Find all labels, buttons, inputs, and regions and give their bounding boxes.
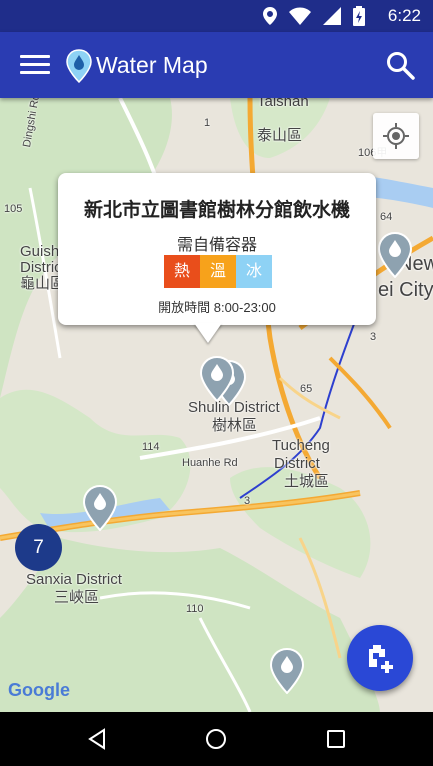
map-label-tucheng-en: Tucheng [272, 437, 330, 454]
map-label-route-3a: 3 [370, 331, 377, 343]
map-label-route-65: 65 [300, 383, 313, 395]
map-label-sanxia-en: Sanxia District [26, 571, 122, 588]
water-marker-selected[interactable] [200, 356, 234, 402]
map-label-route-114: 114 [142, 441, 160, 453]
status-bar: 6:22 [0, 0, 433, 32]
water-marker[interactable] [378, 232, 412, 278]
menu-icon[interactable] [18, 50, 52, 80]
search-icon[interactable] [385, 50, 415, 80]
map-label-huanhe: Huanhe Rd [182, 457, 238, 469]
map-label-route-3b: 3 [244, 495, 251, 507]
battery-charging-icon [353, 6, 365, 26]
water-drop-pin-icon [66, 49, 92, 83]
recents-icon[interactable] [326, 729, 346, 749]
app-bar: Water Map [0, 32, 433, 98]
wifi-icon [289, 7, 311, 25]
map-label-tucheng-zh: 土城區 [284, 473, 330, 490]
water-marker[interactable] [83, 485, 117, 531]
crosshair-icon [383, 123, 409, 149]
temp-badge-cold: 冰 [236, 255, 272, 288]
map-label-shulin-zh: 樹林區 [212, 417, 258, 434]
station-name: 新北市立圖書館樹林分館飲水機 [83, 200, 350, 221]
info-window-tail [194, 323, 222, 343]
navigation-bar [0, 712, 433, 766]
add-location-icon [369, 645, 393, 673]
app-title: Water Map [96, 52, 208, 78]
map-label-tucheng-en2: District [274, 455, 320, 472]
temp-badge-warm: 溫 [200, 255, 236, 288]
home-icon[interactable] [205, 728, 227, 750]
map-label-route-1: 1 [204, 117, 211, 129]
location-icon [263, 7, 277, 25]
marker-cluster[interactable]: 7 [15, 524, 62, 571]
temp-badge-hot: 熱 [164, 255, 200, 288]
map-label-sanxia-zh: 三峽區 [54, 589, 100, 606]
map-label-route-110: 110 [186, 603, 204, 615]
map-label-taishan-en: Taishan [257, 98, 309, 110]
info-window[interactable]: 新北市立圖書館樹林分館飲水機 需自備容器 熱 溫 冰 開放時間 8:00-23:… [58, 173, 376, 343]
status-time: 6:22 [387, 6, 421, 25]
map-label-taishan-zh: 泰山區 [257, 127, 303, 144]
signal-icon [323, 7, 341, 25]
add-location-button[interactable] [347, 625, 413, 691]
google-logo: Google [8, 680, 70, 701]
map-label-route-64: 64 [380, 211, 393, 223]
status-icons [263, 6, 365, 26]
temperature-badges: 熱 溫 冰 [164, 255, 272, 288]
container-note: 需自備容器 [176, 237, 257, 254]
google-logo-text: Google [8, 680, 70, 700]
map-label-route-105: 105 [4, 203, 23, 215]
back-icon[interactable] [86, 728, 108, 750]
map-label-taipei-city: ei City [378, 279, 433, 301]
my-location-button[interactable] [373, 113, 419, 159]
water-marker[interactable] [270, 648, 304, 694]
opening-hours: 開放時間 8:00-23:00 [158, 300, 276, 315]
